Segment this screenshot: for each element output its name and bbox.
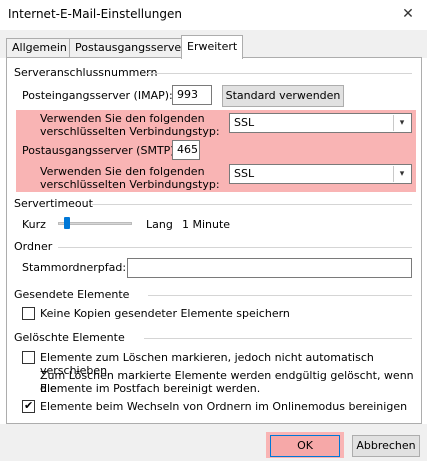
outgoing-port-input[interactable]: 465 — [172, 140, 200, 160]
group-title-sent-items: Gesendete Elemente — [14, 288, 130, 301]
timeout-short-label: Kurz — [22, 218, 46, 231]
incoming-port-input[interactable]: 993 — [172, 85, 212, 105]
purge-label: Elemente beim Wechseln von Ordnern im On… — [40, 400, 408, 413]
no-copies-label: Keine Kopien gesendeter Elemente speiche… — [40, 307, 290, 320]
checkmark-icon: ✔ — [24, 399, 34, 412]
root-folder-input[interactable] — [127, 258, 412, 278]
tab-erweitert[interactable]: Erweitert — [181, 35, 244, 59]
group-title-folders: Ordner — [14, 240, 53, 253]
group-divider — [148, 295, 412, 296]
close-icon[interactable]: ✕ — [397, 4, 419, 24]
group-divider — [58, 247, 412, 248]
group-divider — [144, 338, 412, 339]
timeout-long-label: Lang — [146, 218, 173, 231]
tab-allgemein[interactable]: Allgemein — [6, 38, 73, 58]
group-title-deleted-items: Gelöschte Elemente — [14, 331, 125, 344]
title-bar: Internet-E-Mail-Einstellungen ✕ — [0, 0, 427, 30]
outgoing-encryption-select[interactable]: SSL ▾ — [229, 164, 412, 184]
deleted-info-line-2: Elemente im Postfach bereinigt werden. — [40, 382, 261, 395]
window-title: Internet-E-Mail-Einstellungen — [8, 7, 182, 21]
incoming-encryption-value: SSL — [234, 116, 255, 129]
timeout-slider-thumb[interactable] — [64, 217, 70, 229]
no-copies-checkbox[interactable] — [22, 307, 35, 320]
chevron-down-icon[interactable]: ▾ — [393, 115, 410, 131]
chevron-down-icon[interactable]: ▾ — [393, 166, 410, 182]
incoming-encryption-label-2: verschlüsselten Verbindungstyp: — [40, 125, 220, 138]
group-title-server-timeout: Servertimeout — [14, 197, 93, 210]
mark-delete-checkbox[interactable] — [22, 351, 35, 364]
tab-strip: Allgemein Postausgangsserver Erweitert — [0, 30, 427, 59]
cancel-button[interactable]: Abbrechen — [352, 435, 420, 457]
outgoing-encryption-value: SSL — [234, 167, 255, 180]
purge-checkbox[interactable]: ✔ — [22, 399, 35, 413]
outgoing-encryption-label-1: Verwenden Sie den folgenden — [40, 165, 205, 178]
group-title-server-ports: Serveranschlussnummern — [14, 66, 158, 79]
group-divider — [92, 204, 412, 205]
ok-button[interactable]: OK — [270, 435, 340, 457]
outgoing-encryption-label-2: verschlüsselten Verbindungstyp: — [40, 178, 220, 191]
tab-postausgangsserver[interactable]: Postausgangsserver — [69, 38, 192, 58]
timeout-value: 1 Minute — [182, 218, 231, 231]
root-folder-label: Stammordnerpfad: — [22, 261, 127, 274]
incoming-encryption-select[interactable]: SSL ▾ — [229, 113, 412, 133]
incoming-server-label: Posteingangsserver (IMAP): — [22, 89, 173, 102]
group-divider — [146, 73, 412, 74]
incoming-encryption-label-1: Verwenden Sie den folgenden — [40, 112, 205, 125]
default-port-button[interactable]: Standard verwenden — [222, 85, 344, 107]
outgoing-server-label: Postausgangsserver (SMTP): — [22, 144, 179, 157]
